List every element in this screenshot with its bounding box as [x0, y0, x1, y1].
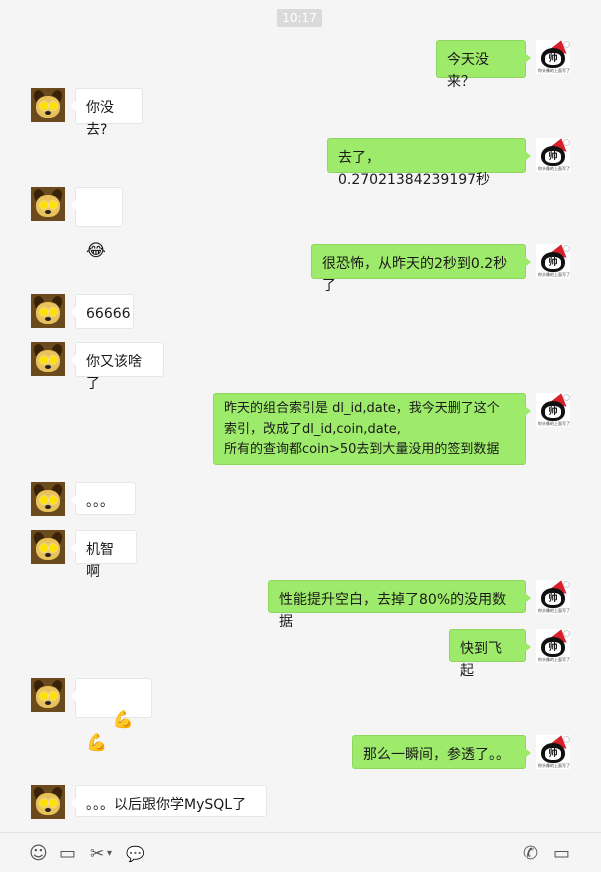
message-bubble[interactable]: 你没去?: [70, 88, 143, 138]
message-bubble[interactable]: 很恐怖，从昨天的2秒到0.2秒了: [311, 244, 531, 294]
avatar[interactable]: 帅你头像的上面写了什么: [536, 393, 570, 427]
message-bubble[interactable]: 。。。: [70, 482, 136, 515]
message-bubble[interactable]: 昨天的组合索引是 dl_id,date，我今天删了这个 索引，改成了dl_id,…: [213, 393, 531, 465]
avatar-char: 帅: [545, 642, 561, 654]
folder-icon[interactable]: ▭: [59, 845, 76, 863]
avatar-caption: 你头像的上面写了什么: [538, 272, 570, 277]
input-toolbar: ☺ ▭ ✂ ▾ 💬 ✆ ▭: [0, 832, 601, 872]
message-bubble[interactable]: 😂: [70, 187, 123, 261]
avatar[interactable]: 帅你头像的上面写了什么: [536, 40, 570, 74]
avatar[interactable]: [31, 294, 65, 328]
scissors-icon[interactable]: ✂: [90, 846, 104, 863]
avatar-char: 帅: [545, 748, 561, 760]
avatar[interactable]: 帅你头像的上面写了什么: [536, 138, 570, 172]
avatar-caption: 你头像的上面写了什么: [538, 166, 570, 171]
avatar-caption: 你头像的上面写了什么: [538, 608, 570, 613]
phone-icon[interactable]: ✆: [523, 845, 538, 863]
chat-area: 10:17 今天没来？ 帅你头像的上面写了什么 你没去? 去了，0.270213…: [0, 0, 601, 832]
avatar[interactable]: [31, 530, 65, 564]
avatar[interactable]: [31, 88, 65, 122]
message-bubble[interactable]: 。。。以后跟你学MySQL了: [70, 785, 267, 817]
avatar-char: 帅: [545, 151, 561, 163]
avatar[interactable]: [31, 678, 65, 712]
message-bubble[interactable]: 那么一瞬间，参透了。。: [352, 735, 531, 769]
avatar[interactable]: 帅你头像的上面写了什么: [536, 735, 570, 769]
video-icon[interactable]: ▭: [553, 845, 570, 863]
message-bubble[interactable]: 你又该啥了: [70, 342, 164, 392]
message-bubble[interactable]: 💪 💪: [70, 678, 152, 753]
chat-history-icon[interactable]: 💬: [126, 846, 145, 862]
avatar-char: 帅: [545, 593, 561, 605]
timestamp-badge: 10:17: [277, 9, 322, 27]
avatar[interactable]: 帅你头像的上面写了什么: [536, 629, 570, 663]
message-bubble[interactable]: 快到飞起: [449, 629, 531, 679]
avatar-caption: 你头像的上面写了什么: [538, 763, 570, 768]
avatar[interactable]: [31, 785, 65, 819]
emoji-icon[interactable]: ☺: [29, 845, 48, 863]
chevron-down-icon[interactable]: ▾: [107, 846, 112, 862]
avatar[interactable]: [31, 187, 65, 221]
avatar-caption: 你头像的上面写了什么: [538, 421, 570, 426]
flexed-biceps-emoji: 💪 💪: [86, 710, 140, 753]
message-bubble[interactable]: 66666: [70, 294, 134, 329]
avatar[interactable]: 帅你头像的上面写了什么: [536, 244, 570, 278]
message-bubble[interactable]: 机智啊: [70, 530, 137, 580]
message-bubble[interactable]: 今天没来？: [436, 40, 531, 90]
laughing-tears-emoji: 😂: [86, 241, 106, 261]
message-bubble[interactable]: 性能提升空白，去掉了80%的没用数据: [268, 580, 531, 630]
avatar-char: 帅: [545, 257, 561, 269]
avatar-char: 帅: [545, 406, 561, 418]
avatar-caption: 你头像的上面写了什么: [538, 657, 570, 662]
avatar[interactable]: [31, 482, 65, 516]
message-bubble[interactable]: 去了，0.27021384239197秒: [327, 138, 531, 188]
avatar[interactable]: [31, 342, 65, 376]
avatar-caption: 你头像的上面写了什么: [538, 68, 570, 73]
avatar[interactable]: 帅你头像的上面写了什么: [536, 580, 570, 614]
avatar-char: 帅: [545, 53, 561, 65]
